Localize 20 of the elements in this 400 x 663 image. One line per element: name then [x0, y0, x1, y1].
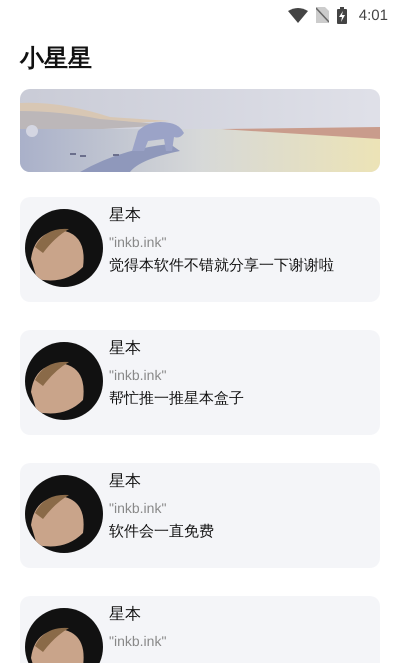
sender-name: 星本 — [109, 470, 142, 492]
message-card[interactable]: 星本 "inkb.ink" 帮忙推一推星本盒子 — [20, 330, 380, 435]
wifi-icon — [288, 8, 308, 22]
no-sim-icon — [316, 7, 329, 23]
sender-name: 星本 — [109, 204, 142, 226]
page-title: 小星星 — [20, 43, 93, 74]
message-text: 软件会一直免费 — [109, 521, 214, 542]
battery-charging-icon — [336, 6, 347, 24]
source-link: "inkb.ink" — [109, 233, 168, 252]
message-text: 觉得本软件不错就分享一下谢谢啦 — [109, 255, 334, 276]
sender-name: 星本 — [109, 337, 142, 359]
source-link: "inkb.ink" — [109, 366, 168, 385]
message-card[interactable]: 星本 "inkb.ink" — [20, 596, 380, 663]
sender-name: 星本 — [109, 603, 142, 625]
message-card[interactable]: 星本 "inkb.ink" 软件会一直免费 — [20, 463, 380, 568]
source-link: "inkb.ink" — [109, 499, 168, 518]
status-time: 4:01 — [358, 6, 388, 24]
message-card[interactable]: 星本 "inkb.ink" 觉得本软件不错就分享一下谢谢啦 — [20, 197, 380, 302]
message-text: 帮忙推一推星本盒子 — [109, 388, 244, 409]
source-link: "inkb.ink" — [109, 632, 166, 651]
